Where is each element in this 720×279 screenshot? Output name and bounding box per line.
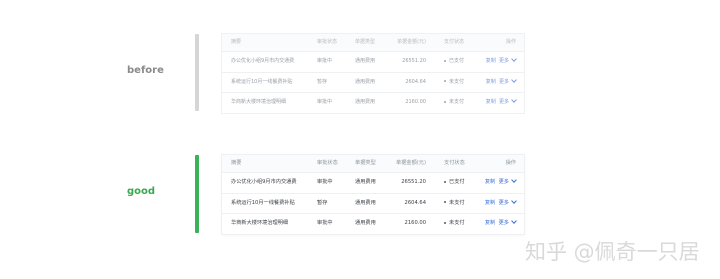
more-label: 更多 [498, 58, 509, 64]
table-row[interactable]: 华商新大楼环境治理明细 审批中 通用费用 2160.00 未支付 复制 更多 [222, 214, 524, 234]
more-label: 更多 [498, 99, 509, 105]
row-status: 审批中 [317, 179, 333, 185]
chevron-down-icon [511, 76, 517, 83]
row-summary: 办公优化小组9月市内交通费 [231, 179, 297, 185]
row-status: 审批中 [317, 58, 333, 64]
header-status: 审批状态 [317, 160, 338, 166]
before-label: before [127, 65, 164, 76]
table-row[interactable]: 办公优化小组9月市内交通费 审批中 通用费用 26551.20 已支付 复制 更… [222, 52, 524, 73]
pay-status-text: 未支付 [449, 199, 465, 206]
row-pay-status: 未支付 [444, 194, 465, 213]
copy-link[interactable]: 复制 [486, 79, 496, 85]
more-link[interactable]: 更多 [498, 97, 517, 105]
row-amount: 2160.00 [405, 99, 426, 105]
header-pay-status: 支付状态 [444, 160, 465, 166]
table-row[interactable]: 系统运行10月一线餐费补贴 暂存 通用费用 2604.64 未支付 复制 更多 [222, 194, 524, 214]
table-header: 摘要 审批状态 单据类型 单据金额(元) 支付状态 操作 [222, 155, 524, 173]
row-pay-status: 未支付 [444, 214, 465, 233]
row-summary: 系统运行10月一线餐费补贴 [231, 78, 293, 85]
more-label: 更多 [498, 199, 509, 206]
good-indicator-bar [195, 155, 199, 233]
more-label: 更多 [498, 78, 509, 85]
row-summary: 系统运行10月一线餐费补贴 [231, 199, 295, 206]
row-amount: 2604.64 [404, 199, 426, 206]
row-pay-status: 未支付 [444, 93, 464, 112]
chevron-down-icon [511, 97, 517, 103]
status-dot-icon [444, 59, 446, 62]
row-pay-status: 已支付 [444, 173, 465, 192]
header-type: 单据类型 [355, 39, 376, 45]
row-amount: 26551.20 [402, 58, 426, 64]
row-type: 通用费用 [355, 199, 376, 206]
status-dot-icon [444, 201, 446, 203]
table-header: 摘要 审批状态 单据类型 单据金额(元) 支付状态 操作 [222, 34, 524, 52]
chevron-down-icon [511, 197, 517, 204]
before-indicator-bar [195, 34, 199, 111]
header-summary: 摘要 [231, 160, 242, 166]
more-label: 更多 [498, 179, 509, 185]
more-link[interactable]: 更多 [498, 177, 517, 185]
more-label: 更多 [498, 220, 509, 226]
table-row[interactable]: 系统运行10月一线餐费补贴 暂存 通用费用 2604.64 未支付 复制 更多 [222, 73, 524, 93]
row-ops: 复制 更多 [486, 73, 517, 92]
header-status: 审批状态 [317, 39, 338, 45]
more-link[interactable]: 更多 [498, 56, 517, 64]
row-type: 通用费用 [355, 99, 376, 105]
row-status: 审批中 [317, 220, 333, 226]
row-type: 通用费用 [355, 179, 376, 185]
row-status: 审批中 [317, 99, 333, 105]
pay-status-text: 未支付 [449, 78, 465, 85]
copy-link[interactable]: 复制 [486, 58, 496, 64]
header-amount: 单据金额(元) [396, 160, 426, 166]
watermark: 知乎 @佩奇一只居 [525, 240, 700, 264]
copy-link[interactable]: 复制 [485, 179, 495, 185]
row-pay-status: 已支付 [444, 52, 464, 71]
header-type: 单据类型 [355, 160, 376, 166]
status-dot-icon [444, 221, 446, 224]
row-ops: 复制 更多 [486, 93, 517, 112]
pay-status-text: 未支付 [449, 220, 465, 226]
row-status: 暂存 [317, 78, 328, 85]
good-label: good [127, 186, 156, 197]
chevron-down-icon [511, 56, 517, 62]
row-amount: 26551.20 [401, 179, 426, 185]
row-ops: 复制 更多 [485, 214, 517, 233]
before-table: 摘要 审批状态 单据类型 单据金额(元) 支付状态 操作 办公优化小组9月市内交… [222, 34, 524, 113]
row-type: 通用费用 [355, 58, 376, 64]
row-pay-status: 未支付 [444, 73, 464, 92]
header-ops: 操作 [505, 39, 516, 45]
row-type: 通用费用 [355, 78, 376, 85]
row-summary: 办公优化小组9月市内交通费 [231, 58, 295, 64]
more-link[interactable]: 更多 [498, 218, 517, 226]
table-row[interactable]: 华商新大楼环境治理明细 审批中 通用费用 2160.00 未支付 复制 更多 [222, 93, 524, 113]
table-row[interactable]: 办公优化小组9月市内交通费 审批中 通用费用 26551.20 已支付 复制 更… [222, 173, 524, 194]
copy-link[interactable]: 复制 [486, 99, 496, 105]
chevron-down-icon [511, 218, 517, 224]
good-table: 摘要 审批状态 单据类型 单据金额(元) 支付状态 操作 办公优化小组9月市内交… [222, 155, 524, 234]
row-ops: 复制 更多 [485, 173, 517, 192]
copy-link[interactable]: 复制 [485, 220, 495, 226]
header-amount: 单据金额(元) [397, 39, 426, 45]
row-type: 通用费用 [355, 220, 376, 226]
row-summary: 华商新大楼环境治理明细 [231, 220, 289, 226]
row-amount: 2160.00 [404, 220, 426, 226]
chevron-down-icon [511, 177, 517, 183]
row-status: 暂存 [317, 199, 328, 206]
status-dot-icon [444, 100, 446, 103]
row-amount: 2604.64 [405, 78, 426, 85]
copy-link[interactable]: 复制 [485, 200, 495, 206]
status-dot-icon [444, 80, 446, 82]
row-summary: 华商新大楼环境治理明细 [231, 99, 287, 105]
row-ops: 复制 更多 [486, 52, 517, 71]
more-link[interactable]: 更多 [498, 197, 517, 206]
row-ops: 复制 更多 [485, 194, 517, 213]
status-dot-icon [444, 180, 446, 183]
header-summary: 摘要 [231, 39, 242, 45]
pay-status-text: 已支付 [449, 179, 465, 185]
more-link[interactable]: 更多 [498, 76, 517, 85]
header-ops: 操作 [505, 160, 516, 166]
pay-status-text: 未支付 [449, 99, 465, 105]
pay-status-text: 已支付 [449, 58, 465, 64]
header-pay-status: 支付状态 [444, 39, 465, 45]
